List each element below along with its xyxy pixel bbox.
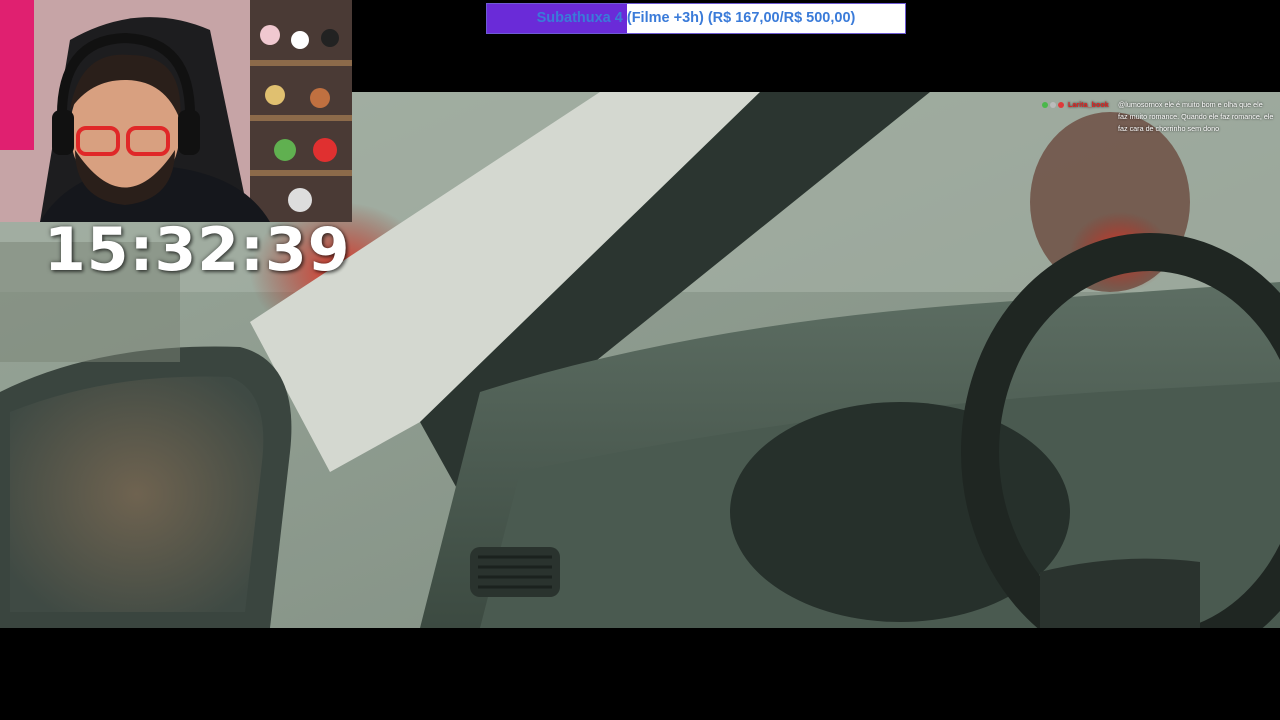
webcam-feed bbox=[0, 0, 352, 222]
chat-username: Larita_book bbox=[1068, 100, 1109, 109]
subathon-goal-bar: Subathuxa 4 (Filme +3h) (R$ 167,00/R$ 50… bbox=[486, 3, 906, 34]
chat-message: Larita_book @lumosornox ele é muito bom … bbox=[1042, 99, 1274, 135]
skull-icon bbox=[1050, 102, 1056, 109]
heart-icon bbox=[1058, 102, 1064, 109]
chat-message-text: @lumosornox ele é muito bom e olha que e… bbox=[1118, 100, 1274, 133]
pencil-icon bbox=[1042, 102, 1048, 109]
subathon-goal-label: Subathuxa 4 (Filme +3h) (R$ 167,00/R$ 50… bbox=[536, 10, 856, 26]
letterbox-bottom bbox=[0, 628, 1280, 720]
subathon-timer: 15:32:39 bbox=[44, 215, 351, 285]
stream-frame: 15:32:39 Subathuxa 4 (Filme +3h) (R$ 167… bbox=[0, 0, 1280, 720]
chat-message-header: Larita_book bbox=[1042, 99, 1118, 111]
streamer-webcam-image bbox=[0, 0, 352, 222]
chat-overlay: Larita_book @lumosornox ele é muito bom … bbox=[1042, 99, 1274, 135]
chat-badges bbox=[1042, 99, 1066, 111]
